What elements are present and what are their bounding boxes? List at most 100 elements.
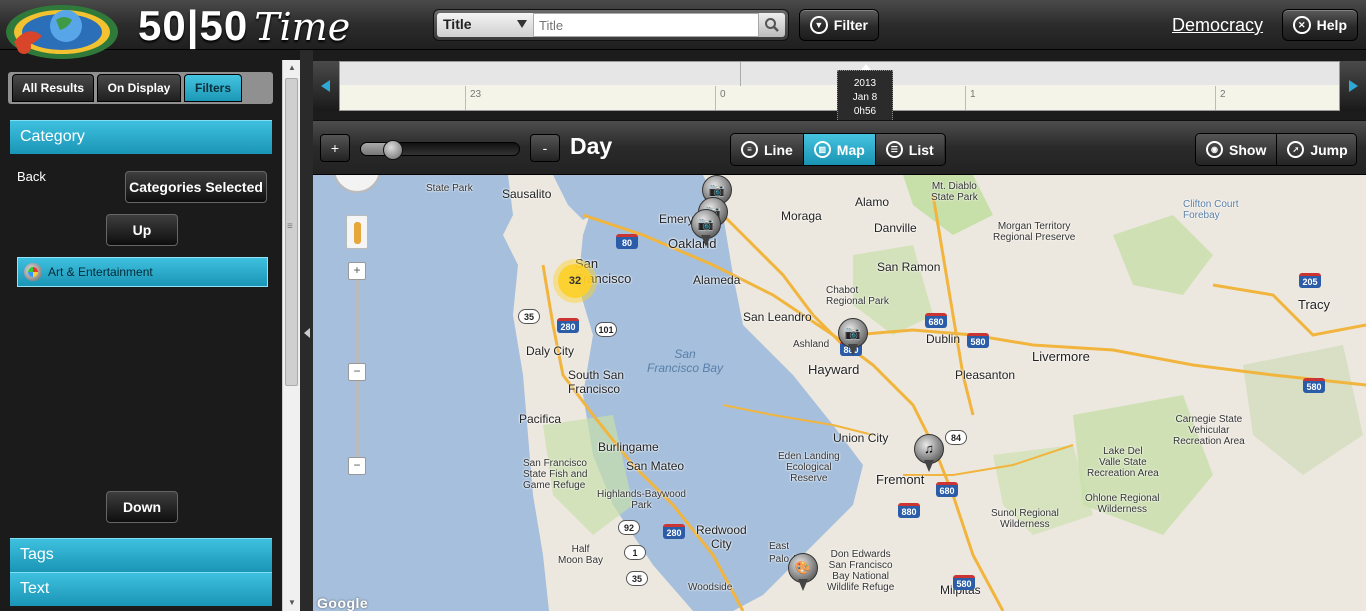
filter-button[interactable]: ▼ Filter [799, 9, 879, 41]
category-section-header[interactable]: Category [10, 120, 272, 154]
map-zoom-handle[interactable]: − [348, 363, 366, 381]
art-palette-icon: 🎨 [794, 560, 812, 575]
democracy-link[interactable]: Democracy [1172, 15, 1263, 36]
map-cluster-marker[interactable]: 32 [558, 264, 592, 298]
map-view[interactable]: + − − State Park Sausalito Mt. Diablo St… [313, 175, 1366, 611]
map-label: Ohlone Regional Wilderness [1085, 493, 1160, 515]
scroll-down-icon[interactable]: ▼ [283, 595, 301, 611]
street-view-icon[interactable] [346, 215, 368, 249]
map-view-button[interactable]: ▥ Map [803, 134, 876, 165]
art-category-icon [24, 263, 42, 281]
map-label: Tracy [1298, 297, 1331, 312]
tab-all-results[interactable]: All Results [12, 74, 94, 102]
map-background [313, 175, 1366, 611]
cursor-date: Jan 8 [852, 92, 878, 103]
map-pin-marker[interactable]: 📷 [838, 318, 868, 356]
text-section-header[interactable]: Text [10, 572, 272, 606]
map-label: Eden Landing Ecological Reserve [778, 451, 840, 484]
music-icon: ♫ [924, 441, 934, 456]
map-label: San Francisco State Fish and Game Refuge [523, 458, 588, 491]
jump-arrow-icon: ➚ [1287, 141, 1305, 158]
map-pin-marker[interactable]: 📷 [691, 209, 721, 247]
tab-filters[interactable]: Filters [184, 74, 242, 102]
map-zoom-in-button[interactable]: + [348, 262, 366, 280]
timescale-slider-handle[interactable] [382, 140, 403, 160]
map-label: State Park [426, 183, 473, 194]
tags-section-header[interactable]: Tags [10, 538, 272, 572]
globe-logo-icon[interactable] [4, 2, 124, 62]
chevron-down-icon [517, 20, 527, 28]
map-label: San Ramon [877, 260, 941, 274]
panel-splitter[interactable] [300, 50, 313, 611]
highway-shield: 35 [626, 571, 648, 586]
brand-word: Time [254, 5, 351, 49]
map-label: Pacifica [519, 412, 562, 426]
map-label: San Leandro [743, 310, 812, 324]
filter-panel: All Results On Display Filters Category … [0, 50, 280, 611]
timeline-tick [1215, 86, 1216, 110]
map-label: Livermore [1032, 349, 1090, 364]
map-zoom-out-button[interactable]: − [348, 457, 366, 475]
categories-selected-button[interactable]: Categories Selected [125, 171, 267, 203]
panel-scrollbar[interactable]: ▲ ▼ [282, 60, 300, 611]
scroll-up-icon[interactable]: ▲ [283, 60, 301, 76]
search-input[interactable] [533, 13, 759, 37]
map-label: Don Edwards San Francisco Bay National W… [827, 549, 895, 593]
map-label: Mt. Diablo State Park [931, 181, 978, 203]
highway-shield: 280 [557, 318, 579, 333]
map-label: Hayward [808, 362, 860, 377]
google-attribution[interactable]: Google [317, 595, 368, 611]
show-button[interactable]: ◉ Show [1196, 134, 1278, 165]
map-label: Pleasanton [955, 368, 1016, 382]
map-pin-marker[interactable]: ♫ [914, 434, 944, 472]
timeline-tick [965, 86, 966, 110]
timeline-tick [465, 86, 466, 110]
camera-icon: 📷 [844, 325, 862, 340]
cursor-time: 0h56 [853, 106, 877, 117]
zoom-in-button[interactable]: + [320, 134, 350, 162]
map-pin-marker[interactable]: 🎨 [788, 553, 818, 591]
help-button[interactable]: ✕ Help [1282, 9, 1358, 41]
map-icon: ▥ [813, 141, 831, 158]
map-label: Ashland [793, 339, 830, 350]
highway-shield: 680 [936, 482, 958, 497]
timeline-track[interactable]: 23 0 1 2 2013 Jan 8 0h56 [339, 61, 1340, 124]
panel-tabs: All Results On Display Filters [8, 72, 273, 104]
timeline-cursor[interactable]: 2013 Jan 8 0h56 [837, 64, 893, 124]
cursor-year: 2013 [853, 78, 877, 89]
map-label: San Francisco Bay [647, 347, 724, 375]
funnel-icon: ▼ [810, 16, 828, 34]
timeline-next-button[interactable] [1340, 61, 1366, 111]
search-field-select[interactable]: Title [437, 13, 533, 37]
timeline-prev-button[interactable] [313, 61, 339, 111]
highway-shield: 84 [945, 430, 967, 445]
app-header: 50|50Time Title ▼ Filter Democracy ✕ Hel… [0, 0, 1366, 59]
back-link[interactable]: Back [17, 169, 46, 184]
highway-shield: 101 [595, 322, 617, 337]
zoom-out-button[interactable]: - [530, 134, 560, 162]
collapse-left-icon[interactable] [304, 328, 310, 338]
map-label: San Mateo [626, 459, 685, 473]
highway-shield: 680 [925, 313, 947, 328]
timeline-tick-label: 1 [970, 89, 976, 100]
up-button[interactable]: Up [106, 214, 178, 246]
view-toolbar: + - Day ≡ Line ▥ Map ☰ List ◉ Show ➚ Jum… [313, 120, 1366, 175]
category-item[interactable]: Art & Entertainment [17, 257, 268, 287]
down-button[interactable]: Down [106, 491, 178, 523]
jump-button[interactable]: ➚ Jump [1277, 134, 1356, 165]
highway-shield: 880 [898, 503, 920, 518]
timescale-slider[interactable] [360, 140, 520, 160]
map-label: Danville [874, 221, 917, 235]
map-label: Morgan Territory Regional Preserve [993, 221, 1076, 243]
category-item-label: Art & Entertainment [48, 265, 153, 279]
search-button[interactable] [759, 13, 785, 37]
list-view-button[interactable]: ☰ List [875, 134, 944, 165]
scroll-thumb[interactable] [285, 78, 298, 386]
eye-icon: ◉ [1206, 141, 1223, 158]
jump-label: Jump [1310, 141, 1348, 158]
highway-shield: 205 [1299, 273, 1321, 288]
line-view-button[interactable]: ≡ Line [731, 134, 804, 165]
map-zoom-control: + − − [345, 215, 369, 475]
tab-on-display[interactable]: On Display [97, 74, 181, 102]
highway-shield: 80 [616, 234, 638, 249]
